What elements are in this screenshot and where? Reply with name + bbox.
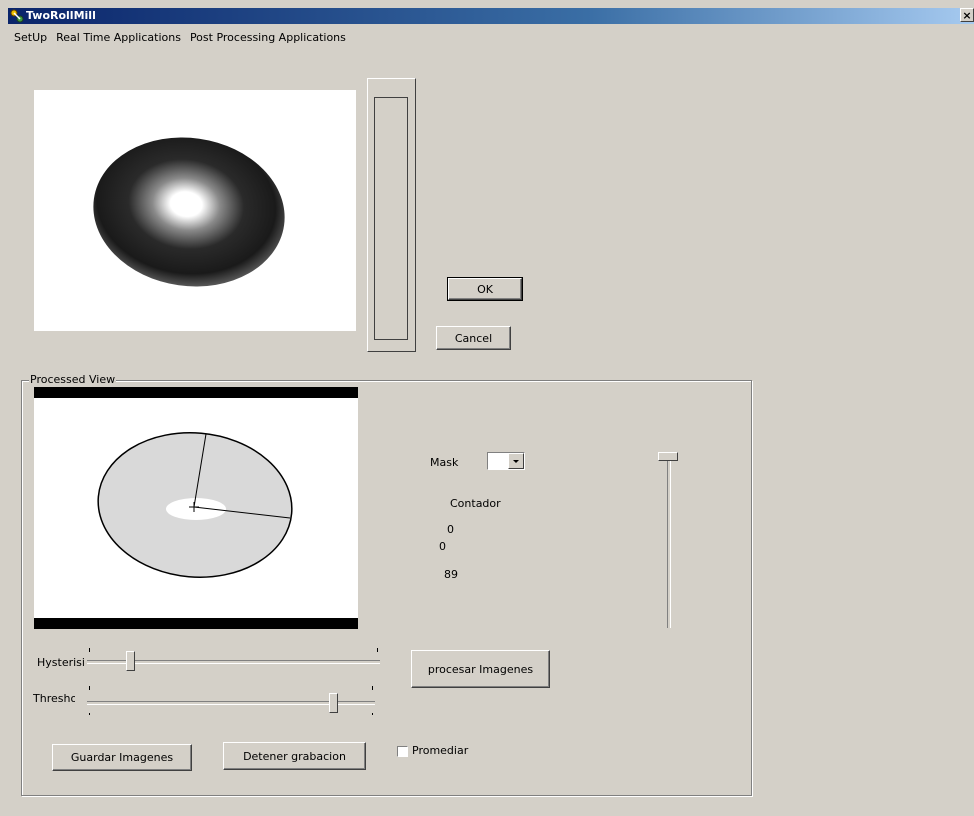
vertical-slider-thumb[interactable] (658, 452, 678, 461)
ok-button[interactable]: OK (447, 277, 523, 301)
threshold-label: Threshold (33, 692, 75, 705)
cancel-button[interactable]: Cancel (436, 326, 511, 350)
detener-grabacion-button[interactable]: Detener grabacion (223, 742, 366, 770)
threshold-slider[interactable] (84, 683, 384, 719)
dropdown-arrow-icon[interactable] (508, 453, 524, 469)
contador-label: Contador (450, 497, 501, 510)
promediar-checkbox[interactable] (397, 746, 408, 757)
vertical-slider[interactable] (656, 448, 680, 630)
guardar-imagenes-button[interactable]: Guardar Imagenes (52, 744, 192, 771)
promediar-label: Promediar (412, 744, 469, 757)
hysteresis-slider-thumb[interactable] (126, 651, 135, 671)
menu-post-processing-applications[interactable]: Post Processing Applications (190, 31, 346, 45)
hysteresis-label: Hysterisi (37, 656, 85, 669)
threshold-slider-thumb[interactable] (329, 693, 338, 713)
app-icon (10, 9, 24, 23)
preview-panel-inner (374, 97, 408, 340)
processed-view-title: Processed View (29, 373, 117, 386)
processed-image (34, 387, 358, 629)
procesar-imagenes-button[interactable]: procesar Imagenes (411, 650, 550, 688)
camera-image (34, 90, 356, 331)
menu-setup[interactable]: SetUp (14, 31, 47, 45)
close-button[interactable]: × (960, 8, 974, 22)
window-title: TwoRollMill (26, 9, 96, 22)
mask-label: Mask (430, 456, 459, 469)
menu-bar: SetUp Real Time Applications Post Proces… (14, 31, 346, 45)
menu-real-time-applications[interactable]: Real Time Applications (56, 31, 181, 45)
counter-value-3: 89 (444, 568, 458, 581)
hysteresis-slider[interactable] (84, 645, 384, 675)
counter-value-2: 0 (439, 540, 446, 553)
title-bar: TwoRollMill × (8, 8, 974, 24)
counter-value-1: 0 (447, 523, 454, 536)
mask-combobox[interactable] (487, 452, 525, 470)
